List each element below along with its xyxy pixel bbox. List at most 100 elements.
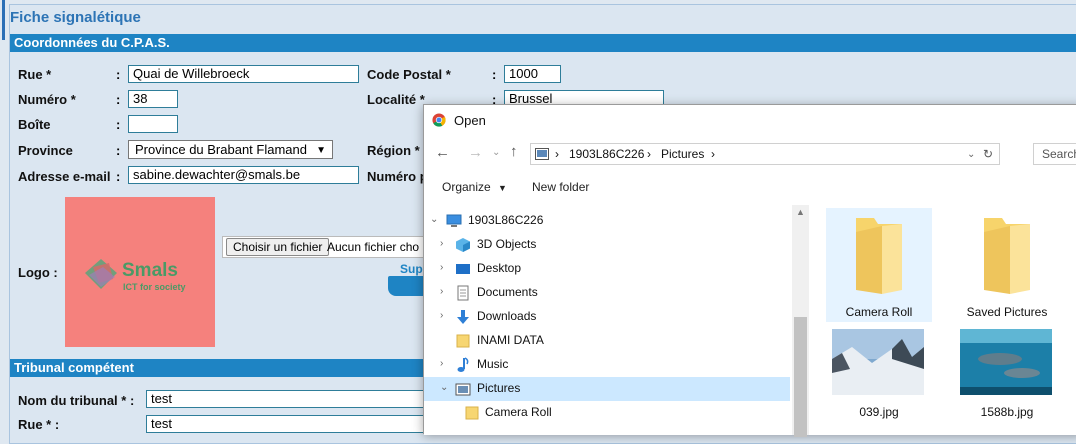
tree-item-3d-objects[interactable]: › 3D Objects bbox=[424, 233, 790, 257]
logo-image: Smals ICT for society bbox=[65, 197, 215, 347]
rue-tribunal-label: Rue * : bbox=[18, 417, 60, 432]
tree-item-downloads[interactable]: › Downloads bbox=[424, 305, 790, 329]
file-name: 1588b.jpg bbox=[980, 405, 1034, 419]
organize-label: Organize bbox=[442, 180, 491, 194]
cube-icon bbox=[456, 238, 470, 252]
province-value: Province du Brabant Flamand bbox=[135, 142, 307, 157]
logo-label: Logo : bbox=[18, 265, 58, 280]
tree-label: Pictures bbox=[477, 381, 521, 395]
file-item-039-jpg[interactable]: 039.jpg bbox=[826, 329, 932, 429]
search-input[interactable]: Search bbox=[1033, 143, 1076, 165]
tree-label: Downloads bbox=[477, 309, 537, 323]
collapsed-chevron-icon[interactable]: › bbox=[440, 262, 443, 273]
page-title: Fiche signalétique bbox=[10, 9, 141, 26]
expanded-chevron-icon[interactable]: ⌄ bbox=[430, 214, 438, 225]
delete-link[interactable]: Sup bbox=[400, 262, 423, 276]
collapsed-chevron-icon[interactable]: › bbox=[440, 286, 443, 297]
folder-icon bbox=[465, 406, 479, 420]
tree-label: 3D Objects bbox=[477, 237, 537, 251]
nom-tribunal-label: Nom du tribunal * : bbox=[18, 393, 135, 408]
music-icon bbox=[457, 357, 469, 372]
choose-file-button[interactable]: Choisir un fichier bbox=[226, 238, 330, 256]
snow-landscape-thumbnail-icon bbox=[832, 329, 924, 395]
file-name: 039.jpg bbox=[859, 405, 899, 419]
file-item-saved-pictures[interactable]: Saved Pictures bbox=[954, 208, 1060, 322]
pictures-folder-icon bbox=[535, 148, 549, 160]
dolphins-thumbnail-icon bbox=[960, 329, 1052, 395]
scrollbar-thumb[interactable] bbox=[794, 317, 807, 437]
new-folder-button[interactable]: New folder bbox=[532, 180, 589, 194]
file-item-1588b-jpg[interactable]: 1588b.jpg bbox=[954, 329, 1060, 429]
address-bar[interactable]: › 1903L86C226 › Pictures › ⌄ ↻ bbox=[530, 143, 1000, 165]
computer-icon bbox=[446, 214, 462, 227]
file-status-text: Aucun fichier cho bbox=[327, 240, 420, 254]
dialog-toolbar: Organize ▼ New folder bbox=[424, 172, 1076, 204]
localite-label: Localité * bbox=[367, 92, 425, 107]
tree-item-camera-roll[interactable]: Camera Roll bbox=[424, 401, 790, 425]
logo-tagline-text: ICT for society bbox=[123, 282, 186, 292]
tree-label: 1903L86C226 bbox=[468, 213, 544, 227]
document-icon bbox=[457, 285, 469, 301]
left-accent-line bbox=[2, 0, 5, 40]
back-arrow-icon[interactable]: ← bbox=[435, 144, 450, 161]
open-file-dialog: Open ← → ⌄ ↑ › 1903L86C226 › Pictures › … bbox=[423, 104, 1076, 437]
expanded-chevron-icon[interactable]: ⌄ bbox=[440, 382, 448, 393]
colon: : bbox=[116, 92, 121, 107]
file-item-camera-roll[interactable]: Camera Roll bbox=[826, 208, 932, 322]
file-input[interactable]: Choisir un fichier Aucun fichier cho bbox=[222, 236, 432, 258]
tree-label: Camera Roll bbox=[485, 405, 552, 419]
colon: : bbox=[492, 67, 497, 82]
email-input[interactable]: sabine.dewachter@smals.be bbox=[128, 166, 359, 184]
scroll-up-icon[interactable]: ▲ bbox=[796, 207, 805, 217]
province-select[interactable]: Province du Brabant Flamand ▼ bbox=[128, 140, 333, 159]
section-header-cpas: Coordonnées du C.P.A.S. bbox=[10, 34, 1076, 52]
file-name: Camera Roll bbox=[845, 305, 913, 319]
tree-label: Desktop bbox=[477, 261, 522, 275]
file-name: Saved Pictures bbox=[966, 305, 1048, 319]
tree-item-pictures[interactable]: ⌄ Pictures bbox=[424, 377, 790, 401]
tree-item-music[interactable]: › Music bbox=[424, 353, 790, 377]
code-postal-label: Code Postal * bbox=[367, 67, 451, 82]
collapsed-chevron-icon[interactable]: › bbox=[440, 310, 443, 321]
chrome-icon bbox=[432, 113, 446, 127]
path-segment-computer[interactable]: 1903L86C226 bbox=[569, 147, 644, 161]
collapsed-chevron-icon[interactable]: › bbox=[440, 238, 443, 249]
download-icon bbox=[457, 310, 469, 324]
boite-label: Boîte bbox=[18, 117, 51, 132]
boite-input[interactable] bbox=[128, 115, 178, 133]
tree-item-documents[interactable]: › Documents bbox=[424, 281, 790, 305]
refresh-icon[interactable]: ↻ bbox=[983, 147, 993, 161]
up-arrow-icon[interactable]: ↑ bbox=[510, 143, 518, 160]
colon: : bbox=[116, 117, 121, 132]
email-label: Adresse e-mail bbox=[18, 169, 111, 184]
tree-label: INAMI DATA bbox=[477, 333, 544, 347]
nom-tribunal-input[interactable]: test bbox=[146, 390, 436, 408]
recent-chevron-down-icon[interactable]: ⌄ bbox=[492, 147, 500, 158]
navigation-pane: ⌄ 1903L86C226 › 3D Objects › Desktop › D… bbox=[424, 205, 794, 435]
colon: : bbox=[116, 67, 121, 82]
organize-button[interactable]: Organize ▼ bbox=[442, 180, 507, 194]
address-dropdown-icon[interactable]: ⌄ bbox=[967, 149, 975, 160]
path-segment-pictures[interactable]: Pictures bbox=[661, 147, 704, 161]
file-list-pane: Camera Roll Saved Pictures 039.jpg 1588b… bbox=[809, 205, 1076, 435]
code-postal-input[interactable]: 1000 bbox=[504, 65, 561, 83]
path-chevron-icon: › bbox=[647, 147, 651, 161]
blue-button-shape[interactable] bbox=[388, 276, 428, 296]
colon: : bbox=[116, 143, 121, 158]
tree-item-desktop[interactable]: › Desktop bbox=[424, 257, 790, 281]
folder-icon bbox=[456, 334, 470, 348]
folder-icon bbox=[984, 218, 1030, 294]
tree-item-computer[interactable]: ⌄ 1903L86C226 bbox=[424, 209, 790, 233]
logo-brand-text: Smals bbox=[122, 260, 178, 281]
rue-tribunal-input[interactable]: test bbox=[146, 415, 436, 433]
tree-label: Documents bbox=[477, 285, 538, 299]
collapsed-chevron-icon[interactable]: › bbox=[440, 358, 443, 369]
forward-arrow-icon[interactable]: → bbox=[468, 144, 483, 161]
tree-scrollbar[interactable]: ▲ bbox=[792, 205, 809, 437]
numero-input[interactable]: 38 bbox=[128, 90, 178, 108]
path-chevron-icon: › bbox=[711, 147, 715, 161]
dialog-title: Open bbox=[454, 113, 486, 128]
dropdown-arrow-icon: ▼ bbox=[316, 145, 326, 156]
tree-item-inami-data[interactable]: INAMI DATA bbox=[424, 329, 790, 353]
rue-input[interactable]: Quai de Willebroeck bbox=[128, 65, 359, 83]
